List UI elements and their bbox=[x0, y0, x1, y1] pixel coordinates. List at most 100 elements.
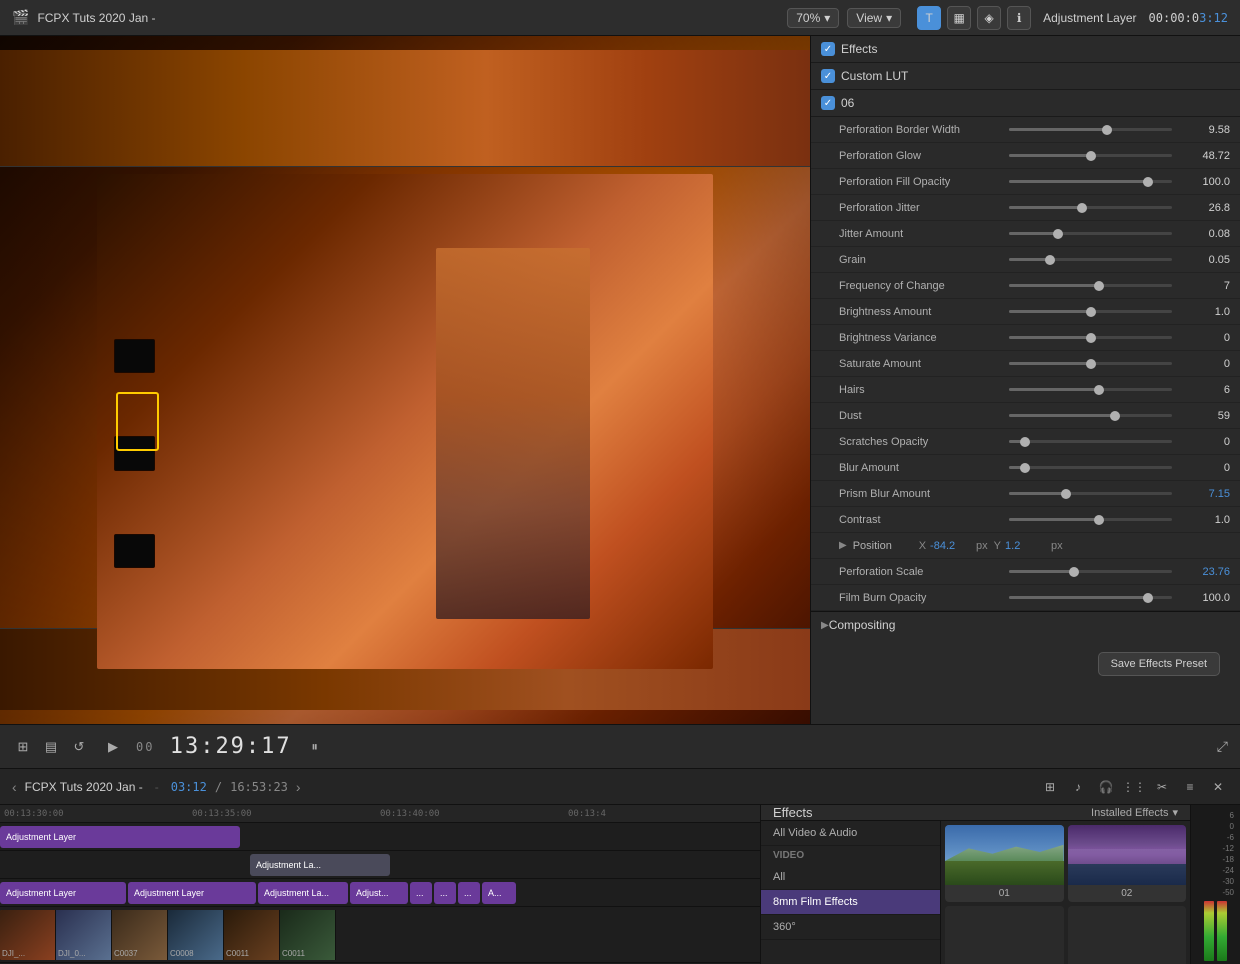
param-value-10: 6 bbox=[1182, 384, 1230, 396]
timeline-next-arrow[interactable]: › bbox=[296, 779, 301, 795]
thumb-c0011-1[interactable]: C0011 bbox=[224, 910, 280, 960]
param-slider-5[interactable] bbox=[1009, 258, 1172, 261]
inspector-panel: ✓ Effects ✓ Custom LUT ✓ 06 Perforation … bbox=[810, 36, 1240, 724]
clip-al-3-7[interactable]: ... bbox=[458, 882, 480, 904]
clip-al-3-2[interactable]: Adjustment Layer bbox=[128, 882, 256, 904]
clip-al-3-4[interactable]: Adjust... bbox=[350, 882, 408, 904]
play-button[interactable]: ▶ bbox=[102, 736, 124, 758]
headphones-icon[interactable]: 🎧 bbox=[1096, 777, 1116, 797]
video-inspector-icon[interactable]: ▦ bbox=[947, 6, 971, 30]
audio-icon[interactable]: ♪ bbox=[1068, 777, 1088, 797]
speed-icon[interactable]: ↺ bbox=[68, 736, 90, 758]
layout-icon[interactable]: ⊞ bbox=[12, 736, 34, 758]
installed-dropdown-icon[interactable]: ▾ bbox=[1172, 806, 1178, 819]
clip-al-3-6[interactable]: ... bbox=[434, 882, 456, 904]
meter-label-neg24: -24 bbox=[1197, 866, 1234, 875]
thumb-c0011-2[interactable]: C0011 bbox=[280, 910, 336, 960]
top-bar: 🎬 FCPX Tuts 2020 Jan - 70% ▾ View ▾ T ▦ … bbox=[0, 0, 1240, 36]
info-inspector-icon[interactable]: ℹ bbox=[1007, 6, 1031, 30]
film-burn-slider[interactable] bbox=[1009, 596, 1172, 599]
param-row-4: Jitter Amount 0.08 bbox=[811, 221, 1240, 247]
param-value-13: 0 bbox=[1182, 462, 1230, 474]
meter-label-neg18: -18 bbox=[1197, 855, 1234, 864]
index-icon[interactable]: ≡ bbox=[1180, 777, 1200, 797]
timeline-icon[interactable]: ▤ bbox=[40, 736, 62, 758]
film-top-strip bbox=[0, 50, 810, 167]
track-row-2: Adjustment La... bbox=[0, 851, 760, 879]
clip-al-3-3[interactable]: Adjustment La... bbox=[258, 882, 348, 904]
thumb-c0008[interactable]: C0008 bbox=[168, 910, 224, 960]
zoom-button[interactable]: 70% ▾ bbox=[787, 8, 839, 28]
blade-icon[interactable]: ✂ bbox=[1152, 777, 1172, 797]
pause-button[interactable]: ⏸ bbox=[304, 736, 326, 758]
effects-categories: All Video & Audio VIDEO All 8mm Film Eff… bbox=[761, 821, 941, 964]
save-preset-container: Save Effects Preset bbox=[811, 638, 1240, 690]
film-burn-label: Film Burn Opacity bbox=[839, 592, 999, 604]
playback-right-icons: ⤢ bbox=[1217, 738, 1228, 755]
effects-checkbox[interactable]: ✓ bbox=[821, 42, 835, 56]
thumb-c0037[interactable]: C0037 bbox=[112, 910, 168, 960]
meter-label-6: 6 bbox=[1197, 811, 1234, 820]
param-slider-14[interactable] bbox=[1009, 492, 1172, 495]
lut-number: 06 bbox=[841, 96, 854, 110]
effect-thumb-01[interactable]: 01 bbox=[945, 825, 1064, 902]
text-inspector-icon[interactable]: T bbox=[917, 6, 941, 30]
project-title: FCPX Tuts 2020 Jan - bbox=[37, 11, 155, 25]
film-background bbox=[0, 36, 810, 724]
cat-8mm-film[interactable]: 8mm Film Effects bbox=[761, 890, 940, 915]
cat-all-video-audio[interactable]: All Video & Audio bbox=[761, 821, 940, 846]
timeline-current-time: 03:12 bbox=[171, 780, 207, 794]
thumbnail-strip: DJI_... DJI_0... C0037 C0008 C0011 C0011 bbox=[0, 910, 630, 960]
meter-label-neg12: -12 bbox=[1197, 844, 1234, 853]
position-expand-icon[interactable]: ▶ bbox=[839, 540, 847, 551]
param-slider-6[interactable] bbox=[1009, 284, 1172, 287]
cat-360[interactable]: 360° bbox=[761, 915, 940, 940]
fullscreen-icon[interactable]: ⤢ bbox=[1217, 738, 1228, 755]
cat-all[interactable]: All bbox=[761, 865, 940, 890]
save-preset-button[interactable]: Save Effects Preset bbox=[1098, 652, 1220, 676]
param-slider-11[interactable] bbox=[1009, 414, 1172, 417]
perf-scale-slider[interactable] bbox=[1009, 570, 1172, 573]
clip-appearance-icon[interactable]: ⊞ bbox=[1040, 777, 1060, 797]
param-slider-1[interactable] bbox=[1009, 154, 1172, 157]
custom-lut-checkbox[interactable]: ✓ bbox=[821, 69, 835, 83]
param-label-0: Perforation Border Width bbox=[839, 124, 999, 136]
clip-al-3-8[interactable]: A... bbox=[482, 882, 516, 904]
meter-bars-container bbox=[1197, 901, 1234, 961]
param-slider-9[interactable] bbox=[1009, 362, 1172, 365]
thumb-dji1[interactable]: DJI_... bbox=[0, 910, 56, 960]
effect-thumb-04[interactable]: 04 bbox=[1068, 906, 1187, 964]
param-slider-8[interactable] bbox=[1009, 336, 1172, 339]
meter-label-0: 0 bbox=[1197, 822, 1234, 831]
effect-thumb-02[interactable]: 02 bbox=[1068, 825, 1187, 902]
param-row-1: Perforation Glow 48.72 bbox=[811, 143, 1240, 169]
thumb-dji2[interactable]: DJI_0... bbox=[56, 910, 112, 960]
timeline-and-effects: 00:13:30:00 00:13:35:00 00:13:40:00 00:1… bbox=[0, 805, 1240, 964]
clip-adjustment-la[interactable]: Adjustment La... bbox=[250, 854, 390, 876]
clip-adjustment-layer-1[interactable]: Adjustment Layer bbox=[0, 826, 240, 848]
clip-al-3-5[interactable]: ... bbox=[410, 882, 432, 904]
param-slider-2[interactable] bbox=[1009, 180, 1172, 183]
view-options-icon[interactable]: ⋮⋮ bbox=[1124, 777, 1144, 797]
param-value-3: 26.8 bbox=[1182, 202, 1230, 214]
view-button[interactable]: View ▾ bbox=[847, 8, 901, 28]
param-slider-7[interactable] bbox=[1009, 310, 1172, 313]
param-slider-0[interactable] bbox=[1009, 128, 1172, 131]
param-label-7: Brightness Amount bbox=[839, 306, 999, 318]
param-slider-13[interactable] bbox=[1009, 466, 1172, 469]
clip-al-3-1[interactable]: Adjustment Layer bbox=[0, 882, 126, 904]
compositing-expand-icon[interactable]: ▶ bbox=[821, 620, 829, 631]
effect-thumb-03[interactable]: 03 bbox=[945, 906, 1064, 964]
param-slider-12[interactable] bbox=[1009, 440, 1172, 443]
close-timeline-icon[interactable]: ✕ bbox=[1208, 777, 1228, 797]
timeline-prev-arrow[interactable]: ‹ bbox=[12, 779, 17, 795]
compositing-row: ▶ Compositing bbox=[811, 611, 1240, 638]
color-inspector-icon[interactable]: ◈ bbox=[977, 6, 1001, 30]
param-slider-4[interactable] bbox=[1009, 232, 1172, 235]
position-label: Position bbox=[853, 540, 913, 552]
param-slider-10[interactable] bbox=[1009, 388, 1172, 391]
param-slider-15[interactable] bbox=[1009, 518, 1172, 521]
lut-number-checkbox[interactable]: ✓ bbox=[821, 96, 835, 110]
film-inner-frame bbox=[97, 174, 713, 669]
param-slider-3[interactable] bbox=[1009, 206, 1172, 209]
